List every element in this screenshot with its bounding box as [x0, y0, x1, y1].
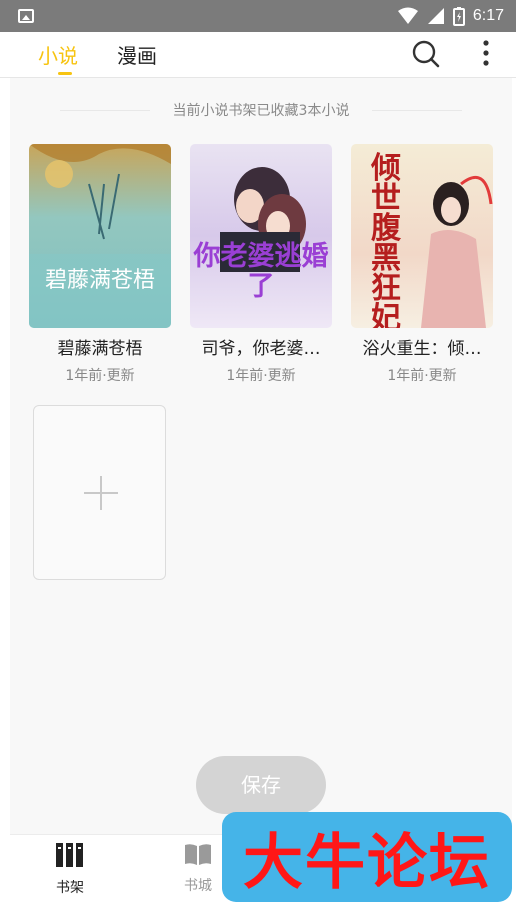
top-tab-bar: 小说 漫画 [0, 32, 516, 78]
add-book-button[interactable] [33, 405, 166, 580]
tab-novel[interactable]: 小说 [38, 40, 78, 69]
book-update-time: 1年前·更新 [65, 368, 135, 384]
bookshelf-content: 当前小说书架已收藏3本小说 碧藤满苍梧 碧藤满苍梧 1年前·更新 你老婆逃婚了 [10, 78, 512, 834]
bookshelf-icon [56, 843, 83, 867]
tab-comic[interactable]: 漫画 [117, 40, 157, 69]
battery-icon [452, 7, 465, 26]
forum-watermark: 大牛论坛 [222, 812, 512, 902]
book-item[interactable]: 碧藤满苍梧 碧藤满苍梧 1年前·更新 [29, 144, 171, 385]
cover-title-text: 碧藤满苍梧 [44, 268, 155, 293]
book-item[interactable]: 倾世腹黑狂妃 浴火重生：倾… 1年前·更新 [351, 144, 493, 385]
cover-illustration [29, 144, 171, 328]
cover-title-text: 倾世腹黑狂妃 [371, 151, 401, 329]
book-title: 浴火重生：倾… [362, 339, 482, 359]
book-cover[interactable]: 碧藤满苍梧 [29, 144, 171, 328]
watermark-text: 大牛论坛 [243, 827, 491, 898]
shelf-summary: 当前小说书架已收藏3本小说 [172, 103, 350, 119]
plus-icon [84, 476, 118, 510]
book-title: 碧藤满苍梧 [57, 339, 143, 359]
book-title: 司爷，你老婆… [201, 339, 321, 359]
cover-title-text: 你老婆逃婚了 [193, 241, 329, 302]
book-update-time: 1年前·更新 [226, 368, 296, 384]
book-cover[interactable]: 倾世腹黑狂妃 [351, 144, 493, 328]
save-button[interactable]: 保存 [196, 756, 326, 814]
signal-icon [427, 8, 444, 24]
more-options-icon[interactable] [474, 38, 498, 68]
open-book-icon [185, 844, 211, 865]
image-notification-icon [18, 9, 34, 23]
search-icon[interactable] [412, 40, 440, 68]
book-item[interactable]: 你老婆逃婚了 司爷，你老婆… 1年前·更新 [190, 144, 332, 385]
book-cover[interactable]: 你老婆逃婚了 [190, 144, 332, 328]
status-bar: 6:17 [0, 0, 516, 32]
book-update-time: 1年前·更新 [387, 368, 457, 384]
nav-label-shelf: 书架 [56, 880, 84, 896]
nav-item-shelf[interactable]: 书架 [30, 841, 110, 897]
clock-time: 6:17 [472, 7, 504, 24]
active-tab-indicator [58, 72, 72, 75]
wifi-icon [397, 7, 418, 24]
